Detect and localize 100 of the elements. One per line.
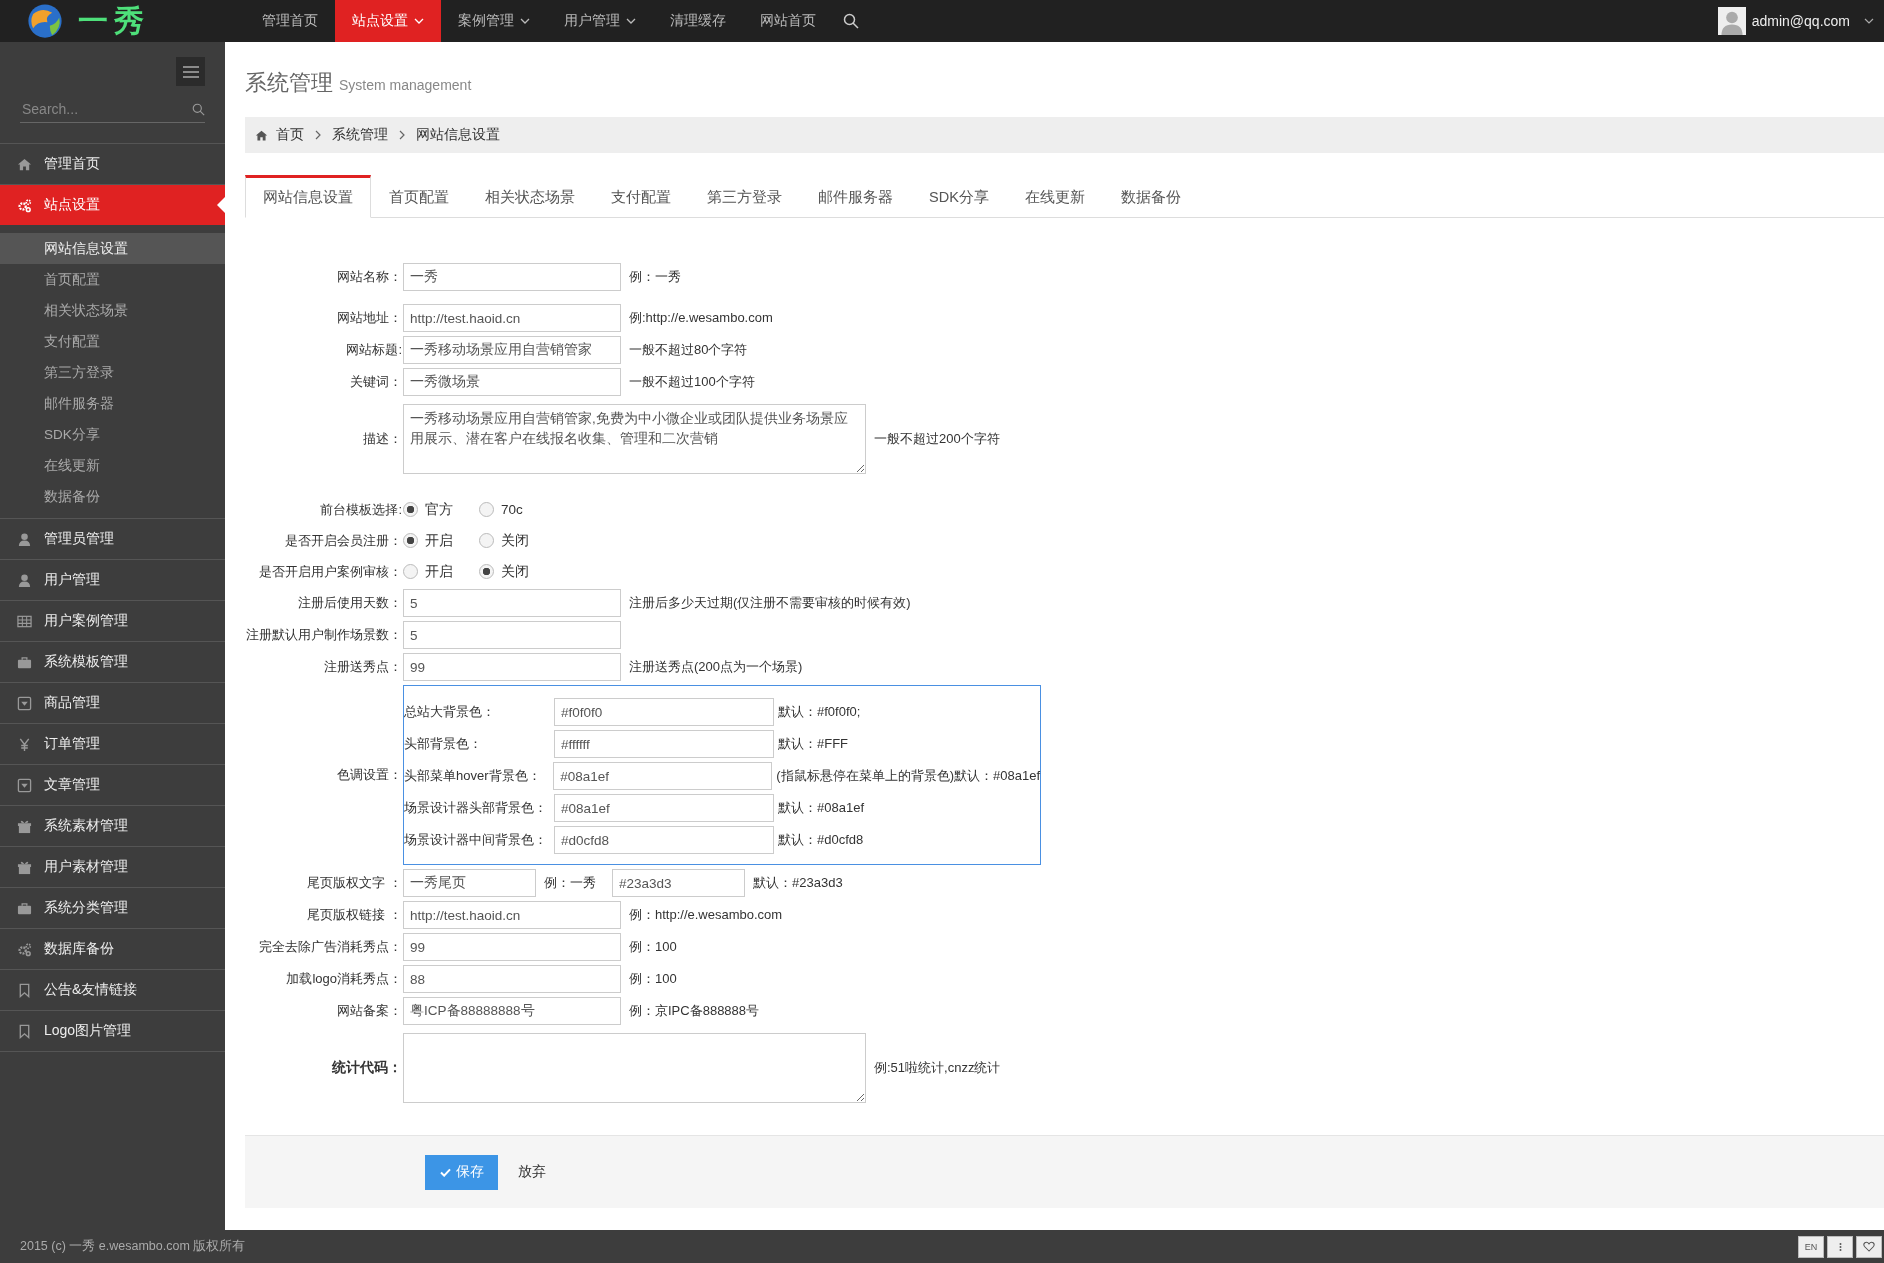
input-field[interactable]: 一秀移动场景应用自营销管家 xyxy=(403,336,621,364)
dots-icon xyxy=(1838,1241,1842,1252)
input-field[interactable]: 一秀微场景 xyxy=(403,368,621,396)
avatar-icon[interactable] xyxy=(1717,7,1746,35)
field-label: 尾页版权文字 ： xyxy=(306,874,402,892)
input-field[interactable]: 粤ICP备88888888号 xyxy=(403,997,621,1025)
tab[interactable]: SDK分享 xyxy=(911,175,1007,218)
chevron-icon xyxy=(399,130,405,140)
radio-option[interactable]: 开启 xyxy=(403,562,453,581)
radio-option[interactable]: 关闭 xyxy=(479,531,529,550)
input-field[interactable]: http://test.haoid.cn xyxy=(403,901,621,929)
tab[interactable]: 第三方登录 xyxy=(689,175,800,218)
input-field[interactable]: 5 xyxy=(403,589,621,617)
hint-text: 一般不超过200个字符 xyxy=(874,430,1000,448)
field-label: 关键词： xyxy=(349,373,402,391)
cancel-link[interactable]: 放弃 xyxy=(512,1162,552,1182)
language-button[interactable]: EN xyxy=(1798,1235,1824,1258)
bookmark-icon xyxy=(17,982,32,998)
submenu-item[interactable]: 相关状态场景 xyxy=(0,295,225,326)
caret-icon[interactable] xyxy=(520,18,530,24)
user-email[interactable]: admin@qq.com xyxy=(1751,13,1850,29)
input-field[interactable]: #23a3d3 xyxy=(612,869,745,897)
breadcrumb-link[interactable]: 系统管理 xyxy=(332,126,388,144)
field-label: 网站备案： xyxy=(336,1002,402,1020)
submenu-item[interactable]: SDK分享 xyxy=(0,419,225,450)
caret-icon[interactable] xyxy=(626,18,636,24)
input-field[interactable]: http://test.haoid.cn xyxy=(403,304,621,332)
menu-icon[interactable] xyxy=(182,65,199,78)
input-field[interactable]: 99 xyxy=(403,933,621,961)
hint-text: 默认：#d0cfd8 xyxy=(778,831,864,849)
hint-text: 例：一秀 xyxy=(629,268,681,286)
hint-text: 一般不超过100个字符 xyxy=(629,373,755,391)
field-label: 描述： xyxy=(362,430,402,448)
radio-option[interactable]: 开启 xyxy=(403,531,453,550)
search-icon[interactable] xyxy=(843,13,859,29)
briefcase-icon xyxy=(17,654,32,670)
hint-text: 例:http://e.wesambo.com xyxy=(629,309,773,327)
submenu-item[interactable]: 支付配置 xyxy=(0,326,225,357)
nav-link[interactable]: 案例管理 xyxy=(441,0,547,42)
submenu-item[interactable]: 在线更新 xyxy=(0,450,225,481)
more-button[interactable] xyxy=(1827,1235,1853,1258)
tab[interactable]: 在线更新 xyxy=(1006,175,1103,218)
radio-button[interactable] xyxy=(479,564,494,579)
home-icon xyxy=(17,156,32,172)
input-field[interactable]: 一秀尾页 xyxy=(403,869,536,897)
breadcrumb-link[interactable]: 网站信息设置 xyxy=(416,126,500,144)
hint-text: 例:51啦统计,cnzz统计 xyxy=(874,1059,1001,1077)
hint-text: 默认：#f0f0f0; xyxy=(778,703,861,721)
submenu-item[interactable]: 网站信息设置 xyxy=(0,233,225,264)
radio-option[interactable]: 70c xyxy=(479,500,523,519)
tab[interactable]: 首页配置 xyxy=(371,175,467,218)
submenu-item[interactable]: 邮件服务器 xyxy=(0,388,225,419)
tab[interactable]: 邮件服务器 xyxy=(800,175,911,218)
submenu-item[interactable]: 第三方登录 xyxy=(0,357,225,388)
globe-logo-icon xyxy=(26,2,64,40)
nav-link[interactable]: 清理缓存 xyxy=(653,0,743,42)
home-icon xyxy=(255,128,268,142)
input-field[interactable]: 5 xyxy=(403,621,621,649)
radio-option[interactable]: 关闭 xyxy=(479,562,529,581)
logo-text: 一秀 xyxy=(78,2,150,39)
radio-button[interactable] xyxy=(479,533,494,548)
input-field[interactable]: #f0f0f0 xyxy=(554,698,774,726)
hint-text: (指鼠标悬停在菜单上的背景色)默认：#08a1ef xyxy=(776,767,1040,785)
hint-text: 一般不超过80个字符 xyxy=(629,341,748,359)
field-label: 尾页版权链接 ： xyxy=(306,906,402,924)
breadcrumb-link[interactable]: 首页 xyxy=(276,126,304,144)
gears-icon xyxy=(17,197,32,213)
tab[interactable]: 网站信息设置 xyxy=(245,175,371,218)
tab[interactable]: 相关状态场景 xyxy=(467,175,593,218)
input-field[interactable]: #08a1ef xyxy=(553,762,773,790)
sidebar-item[interactable]: 站点设置 xyxy=(0,185,225,225)
tab[interactable]: 支付配置 xyxy=(593,175,689,218)
field-label: 色调设置： xyxy=(336,766,402,784)
nav-link[interactable]: 网站首页 xyxy=(743,0,833,42)
heart-button[interactable] xyxy=(1856,1235,1882,1258)
submenu-item[interactable]: 数据备份 xyxy=(0,481,225,512)
input-field[interactable]: #ffffff xyxy=(554,730,774,758)
nav-link[interactable]: 用户管理 xyxy=(547,0,653,42)
nav-link[interactable]: 站点设置 xyxy=(335,0,441,42)
input-field[interactable]: 99 xyxy=(403,653,621,681)
menu-toggle-button[interactable] xyxy=(176,57,205,86)
user-icon xyxy=(17,531,32,547)
radio-option[interactable]: 官方 xyxy=(403,500,453,519)
nav-link[interactable]: 管理首页 xyxy=(245,0,335,42)
field-label: 头部菜单hover背景色： xyxy=(404,767,542,785)
input-field[interactable]: #d0cfd8 xyxy=(554,826,774,854)
input-field[interactable]: 一秀 xyxy=(403,263,621,291)
field-label: 统计代码： xyxy=(331,1059,402,1077)
radio-button[interactable] xyxy=(403,564,418,579)
search-field[interactable]: Search... xyxy=(20,100,192,118)
text-area[interactable]: 一秀移动场景应用自营销管家,免费为中小微企业或团队提供业务场景应用展示、潜在客户在线报名收集、管理和二次营销 xyxy=(403,404,866,474)
input-field[interactable]: 88 xyxy=(403,965,621,993)
submenu-item[interactable]: 首页配置 xyxy=(0,264,225,295)
radio-button[interactable] xyxy=(479,502,494,517)
input-field[interactable]: #08a1ef xyxy=(554,794,774,822)
radio-button[interactable] xyxy=(403,502,418,517)
caret-icon[interactable] xyxy=(1864,18,1874,24)
radio-button[interactable] xyxy=(403,533,418,548)
tab[interactable]: 数据备份 xyxy=(1102,175,1199,218)
check-icon xyxy=(439,1167,451,1177)
